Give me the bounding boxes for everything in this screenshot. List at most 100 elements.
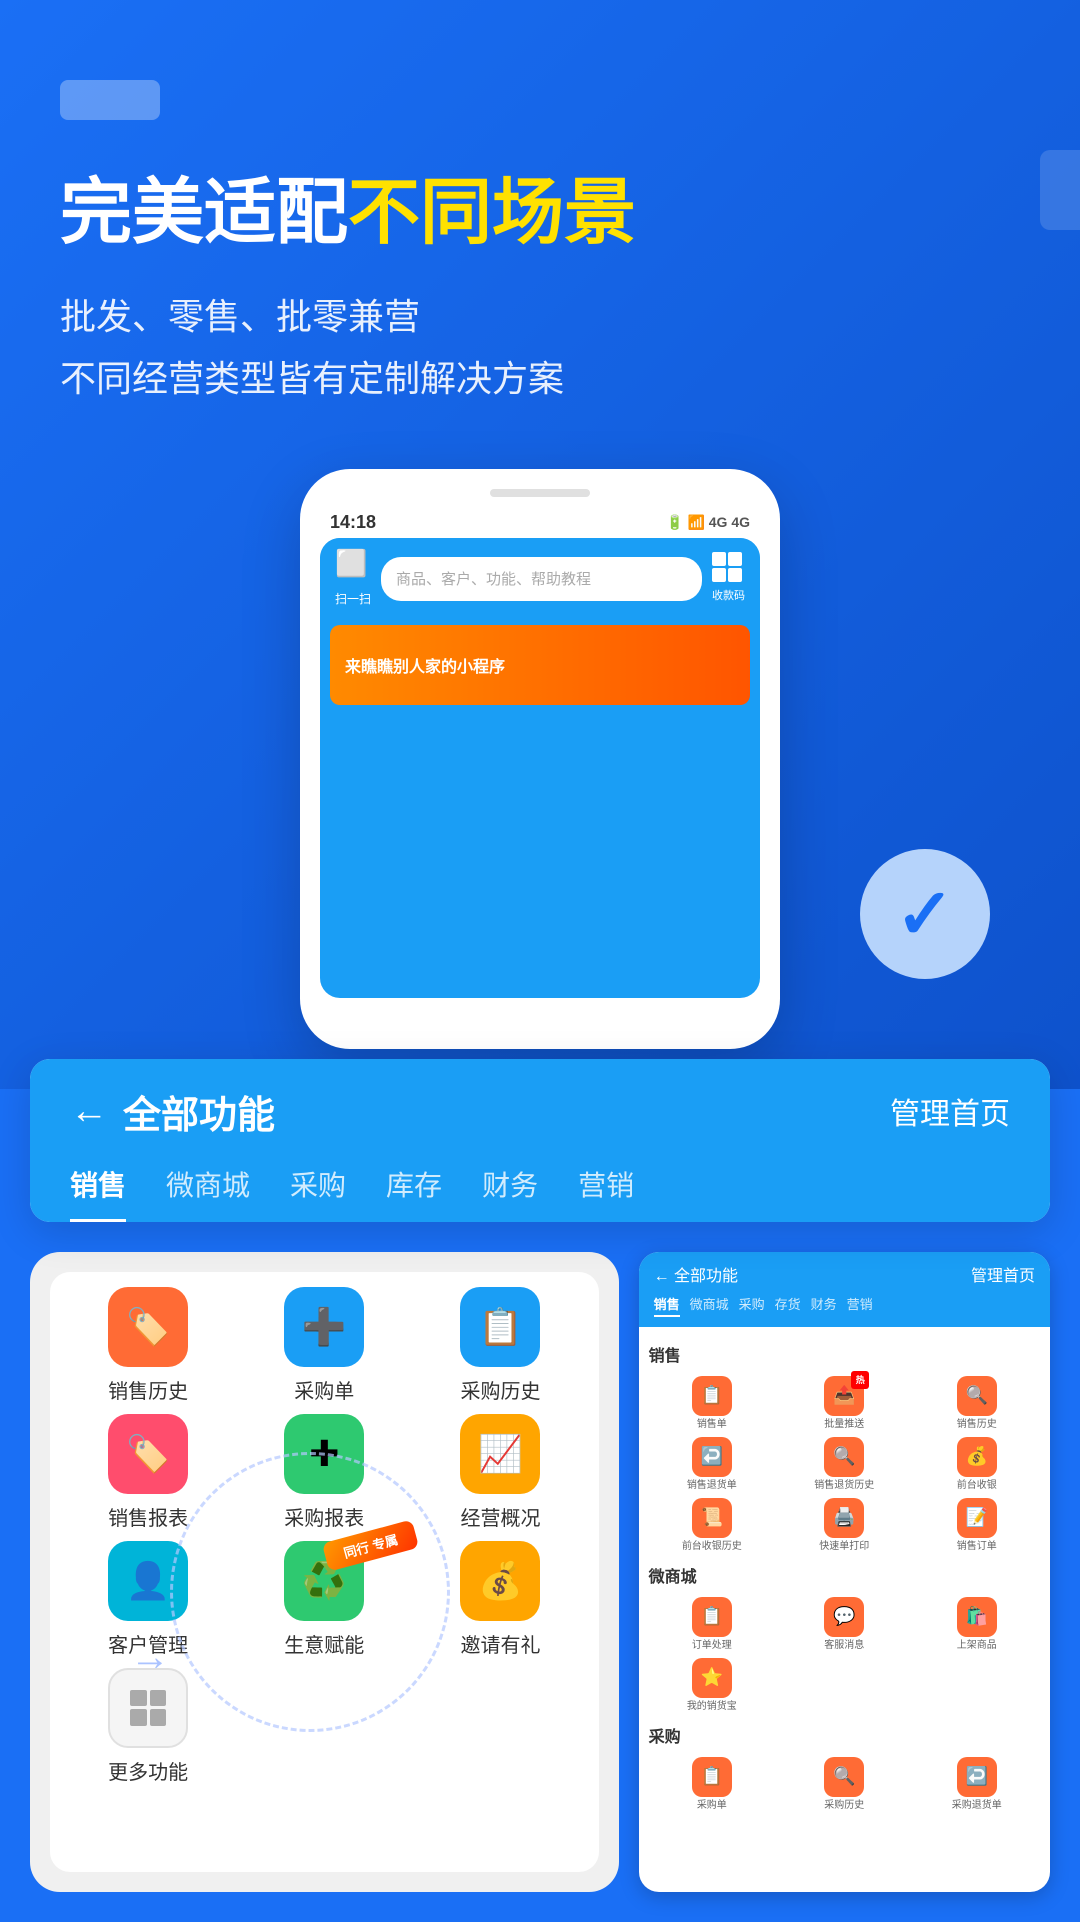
check-circle: ✓	[860, 849, 990, 979]
tab-inventory[interactable]: 库存	[386, 1164, 442, 1222]
list-item: 📋 采购历史	[417, 1287, 583, 1404]
invite-gift-icon: 💰	[460, 1541, 540, 1621]
function-card: ← 全部功能 管理首页 销售 微商城 采购 库存 财务 营销	[30, 1059, 1050, 1222]
hero-badge	[60, 80, 160, 120]
function-back-button[interactable]: ← 全部功能	[70, 1084, 275, 1139]
right-tab-inventory[interactable]: 存货	[775, 1294, 801, 1317]
right-phone-back[interactable]: ← 全部功能	[654, 1262, 738, 1286]
phone-status-icons: 🔋📶 4G 4G	[666, 514, 750, 531]
right-phone-header: ← 全部功能 管理首页 销售 微商城 采购 存货 财务 营销	[639, 1252, 1050, 1327]
business-overview-label: 经营概况	[460, 1502, 540, 1531]
right-sales-history-label: 销售历史	[957, 1419, 997, 1431]
list-item: ➕ 采购单	[241, 1287, 407, 1404]
right-purchase-order-label: 采购单	[697, 1800, 727, 1812]
right-tab-purchase[interactable]: 采购	[739, 1294, 765, 1317]
grid-icon	[130, 1690, 166, 1726]
hero-subtitle-line2: 不同经营类型皆有定制解决方案	[60, 348, 1020, 409]
list-item[interactable]: 📋 采购单	[649, 1757, 775, 1812]
right-sales-order2-label: 销售订单	[957, 1541, 997, 1553]
right-phone-manage[interactable]: 管理首页	[971, 1262, 1035, 1286]
list-item[interactable]: 🔍 销售退货历史	[781, 1437, 907, 1492]
more-functions-icon[interactable]	[108, 1668, 188, 1748]
tab-finance[interactable]: 财务	[482, 1164, 538, 1222]
customer-mgmt-icon: 👤	[108, 1541, 188, 1621]
function-header-top: ← 全部功能 管理首页	[70, 1084, 1010, 1139]
right-phone-content: 销售 📋 销售单 📤 热 批量推送 🔍 销	[639, 1327, 1050, 1832]
list-item[interactable]: ↩️ 采购退货单	[914, 1757, 1040, 1812]
hero-title: 完美适配不同场景	[60, 170, 1020, 256]
list-item[interactable]: 🔍 采购历史	[781, 1757, 907, 1812]
right-list-product-icon: 🛍️	[957, 1597, 997, 1637]
right-order-processing-label: 订单处理	[692, 1640, 732, 1652]
right-print-icon: 🖨️	[824, 1498, 864, 1538]
right-sales-return-label: 销售退货单	[687, 1480, 737, 1492]
right-tab-marketing[interactable]: 营销	[847, 1294, 873, 1317]
sales-history-icon: 🏷️	[108, 1287, 188, 1367]
purchase-order-icon: ➕	[284, 1287, 364, 1367]
list-item[interactable]: 📝 销售订单	[914, 1498, 1040, 1553]
list-item[interactable]: 📜 前台收银历史	[649, 1498, 775, 1553]
right-my-shop-label: 我的销货宝	[687, 1701, 737, 1713]
list-item[interactable]: 更多功能	[65, 1668, 231, 1785]
function-tabs: 销售 微商城 采购 库存 财务 营销	[70, 1164, 1010, 1222]
right-sales-order2-icon: 📝	[957, 1498, 997, 1538]
list-item[interactable]: 💬 客服消息	[781, 1597, 907, 1652]
list-item: 🏷️ 销售报表	[65, 1414, 231, 1531]
hero-section: 完美适配不同场景 批发、零售、批零兼营 不同经营类型皆有定制解决方案 14:18…	[0, 0, 1080, 1089]
right-section-micro-mall-title: 微商城	[649, 1563, 1040, 1587]
list-item[interactable]: ⭐ 我的销货宝	[649, 1658, 775, 1713]
right-phone-header-top: ← 全部功能 管理首页	[654, 1262, 1035, 1286]
list-item[interactable]: 🖨️ 快速单打印	[781, 1498, 907, 1553]
list-item[interactable]: ↩️ 销售退货单	[649, 1437, 775, 1492]
sales-report-icon: 🏷️	[108, 1414, 188, 1494]
phone-banner: 来瞧瞧别人家的小程序	[330, 625, 750, 705]
right-list-product-label: 上架商品	[957, 1640, 997, 1652]
list-item[interactable]: 🛍️ 上架商品	[914, 1597, 1040, 1652]
hero-subtitle: 批发、零售、批零兼营 不同经营类型皆有定制解决方案	[60, 286, 1020, 408]
right-cashier-icon: 💰	[957, 1437, 997, 1477]
business-overview-icon: 📈	[460, 1414, 540, 1494]
purchase-order-label: 采购单	[294, 1375, 354, 1404]
manage-home-link[interactable]: 管理首页	[890, 1089, 1010, 1133]
qr-icon: 收款码	[712, 552, 745, 605]
right-tab-sales[interactable]: 销售	[654, 1294, 680, 1317]
back-arrow-icon: ←	[70, 1090, 108, 1133]
bottom-phone-left: 🏷️ 销售历史 ➕ 采购单 📋 采购历史 🏷️ 销售报表 ✚	[30, 1252, 619, 1892]
tab-marketing[interactable]: 营销	[578, 1164, 634, 1222]
phone-status-bar: 14:18 🔋📶 4G 4G	[320, 507, 760, 538]
phone-notch	[490, 489, 590, 497]
function-title: 全部功能	[123, 1084, 275, 1139]
list-item: 📈 经营概况	[417, 1414, 583, 1531]
list-item[interactable]: 📋 订单处理	[649, 1597, 775, 1652]
list-item: 💰 邀请有礼	[417, 1541, 583, 1658]
right-sales-return-history-label: 销售退货历史	[814, 1480, 874, 1492]
right-batch-push-icon: 📤 热	[824, 1376, 864, 1416]
right-tab-micro-mall[interactable]: 微商城	[690, 1294, 729, 1317]
tab-sales[interactable]: 销售	[70, 1164, 126, 1222]
right-purchase-history-icon: 🔍	[824, 1757, 864, 1797]
list-item: ✚ 采购报表	[241, 1414, 407, 1531]
phone-search-input[interactable]: 商品、客户、功能、帮助教程	[381, 557, 702, 601]
scan-icon: ⬜扫一扫	[335, 548, 371, 610]
right-micro-mall-grid: 📋 订单处理 💬 客服消息 🛍️ 上架商品 ⭐ 我的销货宝	[649, 1597, 1040, 1713]
right-sales-order-label: 销售单	[697, 1419, 727, 1431]
phone-area: 14:18 🔋📶 4G 4G ⬜扫一扫 商品、客户、功能、帮助教程	[60, 469, 1020, 1049]
right-sales-order-icon: 📋	[692, 1376, 732, 1416]
tab-micro-mall[interactable]: 微商城	[166, 1164, 250, 1222]
list-item[interactable]: 📋 销售单	[649, 1376, 775, 1431]
list-item[interactable]: 📤 热 批量推送	[781, 1376, 907, 1431]
right-batch-push-label: 批量推送	[824, 1419, 864, 1431]
purchase-history-label: 采购历史	[460, 1375, 540, 1404]
list-item[interactable]: 💰 前台收银	[914, 1437, 1040, 1492]
right-purchase-grid: 📋 采购单 🔍 采购历史 ↩️ 采购退货单	[649, 1757, 1040, 1812]
right-cashier-history-label: 前台收银历史	[682, 1541, 742, 1553]
right-order-processing-icon: 📋	[692, 1597, 732, 1637]
list-item[interactable]: 🔍 销售历史	[914, 1376, 1040, 1431]
right-section-purchase-title: 采购	[649, 1723, 1040, 1747]
phone-search-bar: ⬜扫一扫 商品、客户、功能、帮助教程 收款码	[320, 538, 760, 620]
arrow-decoration: →	[130, 1635, 170, 1680]
hero-title-highlight: 不同场景	[348, 173, 636, 253]
right-purchase-return-icon: ↩️	[957, 1757, 997, 1797]
right-tab-finance[interactable]: 财务	[811, 1294, 837, 1317]
tab-purchase[interactable]: 采购	[290, 1164, 346, 1222]
